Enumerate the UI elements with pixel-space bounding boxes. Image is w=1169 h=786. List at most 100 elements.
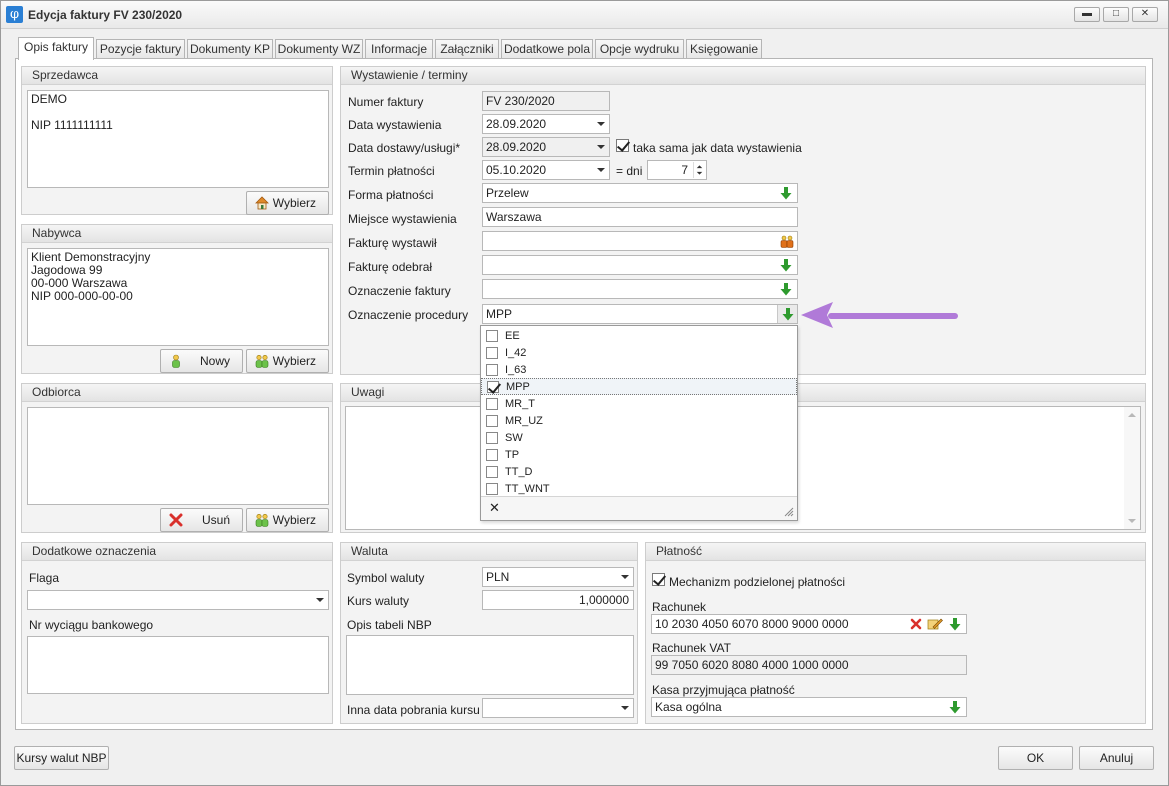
option-checkbox[interactable] — [486, 398, 498, 410]
scroll-down-icon[interactable] — [1128, 519, 1136, 523]
received-by-label: Fakturę odebrał — [348, 260, 433, 274]
option-checkbox[interactable] — [486, 415, 498, 427]
tab-dodatkowe-pola[interactable]: Dodatkowe pola — [501, 39, 593, 59]
option-label: MPP — [506, 381, 530, 393]
currency-group: Waluta Symbol waluty PLN Kurs waluty 1,0… — [340, 542, 638, 724]
procedure-option-mr-uz[interactable]: MR_UZ — [481, 413, 797, 430]
people-icon — [255, 513, 269, 527]
days-spinner[interactable]: 7 — [647, 160, 707, 180]
procedure-option-i63[interactable]: I_63 — [481, 362, 797, 379]
payment-form-select[interactable]: Przelew — [482, 183, 798, 203]
chevron-down-icon — [316, 598, 324, 602]
option-checkbox[interactable] — [486, 330, 498, 342]
green-down-arrow-icon[interactable] — [949, 701, 961, 714]
issued-by-input[interactable] — [482, 231, 798, 251]
seller-line-3: NIP 1111111111 — [31, 118, 113, 132]
exchange-rate-input[interactable]: 1,000000 — [482, 590, 634, 610]
flag-select[interactable] — [27, 590, 329, 610]
currency-symbol-select[interactable]: PLN — [482, 567, 634, 587]
procedure-option-ee[interactable]: EE — [481, 328, 797, 345]
tab-ksiegowanie[interactable]: Księgowanie — [686, 39, 762, 59]
due-date-label: Termin płatności — [348, 164, 435, 178]
recipient-header: Odbiorca — [22, 384, 332, 402]
option-label: I_63 — [505, 364, 527, 376]
green-down-arrow-icon[interactable] — [780, 187, 792, 200]
procedure-option-sw[interactable]: SW — [481, 430, 797, 447]
issue-date-label: Data wystawienia — [348, 118, 442, 132]
split-payment-checkbox[interactable] — [652, 573, 665, 586]
notes-scrollbar[interactable] — [1124, 407, 1140, 529]
issue-terms-header: Wystawienie / terminy — [341, 67, 1145, 85]
place-input[interactable]: Warszawa — [482, 207, 798, 227]
seller-select-button[interactable]: Wybierz — [246, 191, 329, 215]
procedure-option-tp[interactable]: TP — [481, 447, 797, 464]
resize-grip-icon[interactable] — [784, 507, 794, 517]
tab-pozycje-faktury[interactable]: Pozycje faktury — [96, 39, 185, 59]
minimize-button[interactable]: ▬ — [1074, 7, 1100, 22]
cash-register-select[interactable]: Kasa ogólna — [651, 697, 967, 717]
recipient-select-button[interactable]: Wybierz — [246, 508, 329, 532]
tab-opis-faktury[interactable]: Opis faktury — [18, 37, 94, 60]
tab-zalaczniki[interactable]: Załączniki — [435, 39, 499, 59]
green-down-arrow-icon[interactable] — [780, 283, 792, 296]
invoice-marking-select[interactable] — [482, 279, 798, 299]
received-by-select[interactable] — [482, 255, 798, 275]
tab-informacje[interactable]: Informacje — [365, 39, 433, 59]
option-checkbox[interactable] — [486, 364, 498, 376]
tab-dokumenty-kp[interactable]: Dokumenty KP — [187, 39, 273, 59]
option-checkbox[interactable] — [486, 466, 498, 478]
due-date-picker[interactable]: 05.10.2020 — [482, 160, 610, 180]
ok-button[interactable]: OK — [998, 746, 1073, 770]
procedure-dropdown-button[interactable] — [777, 305, 797, 323]
spinner-arrows-icon[interactable] — [693, 162, 705, 178]
recipient-remove-label: Usuń — [201, 513, 230, 527]
procedure-option-tt-d[interactable]: TT_D — [481, 464, 797, 481]
buyer-group: Nabywca Klient Demonstracyjny Jagodowa 9… — [21, 224, 333, 374]
maximize-button[interactable]: □ — [1103, 7, 1129, 22]
procedure-option-i42[interactable]: I_42 — [481, 345, 797, 362]
option-checkbox[interactable] — [486, 432, 498, 444]
bank-statement-input[interactable] — [27, 636, 329, 694]
option-checkbox[interactable] — [486, 347, 498, 359]
same-as-issue-checkbox[interactable] — [616, 139, 629, 152]
payment-form-value: Przelew — [486, 186, 529, 200]
procedure-dropdown-list: EE I_42 I_63 MPP MR_T MR_UZ SW TP TT_D T… — [480, 325, 798, 521]
annotation-arrow-icon — [801, 302, 958, 328]
close-button[interactable]: ✕ — [1132, 7, 1158, 22]
bank-statement-label: Nr wyciągu bankowego — [29, 618, 154, 632]
procedure-select[interactable]: MPP — [482, 304, 798, 324]
option-label: I_42 — [505, 347, 527, 359]
recipient-remove-button[interactable]: Usuń — [160, 508, 243, 532]
split-payment-label: Mechanizm podzielonej płatności — [669, 575, 846, 589]
seller-line-1: DEMO — [31, 92, 67, 106]
nbp-rates-button[interactable]: Kursy walut NBP — [14, 746, 109, 770]
account-select[interactable]: 10 2030 4050 6070 8000 9000 0000 — [651, 614, 967, 634]
cancel-button[interactable]: Anuluj — [1079, 746, 1154, 770]
chevron-down-icon — [597, 122, 605, 126]
buyer-new-button[interactable]: Nowy — [160, 349, 243, 373]
edit-pencil-icon[interactable] — [927, 617, 943, 631]
days-label: = dni — [616, 164, 643, 178]
recipient-details[interactable] — [27, 407, 329, 505]
close-icon[interactable]: ✕ — [489, 500, 500, 516]
buyer-select-button[interactable]: Wybierz — [246, 349, 329, 373]
scroll-up-icon[interactable] — [1128, 413, 1136, 417]
green-down-arrow-icon[interactable] — [949, 618, 961, 631]
nbp-table-input[interactable] — [346, 635, 634, 695]
tab-dokumenty-wz[interactable]: Dokumenty WZ — [275, 39, 363, 59]
tab-opcje-wydruku[interactable]: Opcje wydruku — [595, 39, 684, 59]
option-label: TP — [505, 449, 520, 461]
issue-date-picker[interactable]: 28.09.2020 — [482, 114, 610, 134]
option-checkbox[interactable] — [486, 483, 498, 495]
green-down-arrow-icon[interactable] — [780, 259, 792, 272]
delivery-date-picker[interactable]: 28.09.2020 — [482, 137, 610, 157]
other-rate-date-picker[interactable] — [482, 698, 634, 718]
option-checkbox[interactable] — [486, 449, 498, 461]
currency-symbol-value: PLN — [486, 570, 510, 584]
red-x-icon[interactable] — [910, 618, 922, 630]
procedure-option-mr-t[interactable]: MR_T — [481, 396, 797, 413]
users-icon[interactable] — [780, 235, 794, 248]
option-checkbox[interactable] — [487, 381, 499, 393]
currency-header: Waluta — [341, 543, 637, 561]
procedure-option-mpp[interactable]: MPP — [481, 378, 797, 395]
